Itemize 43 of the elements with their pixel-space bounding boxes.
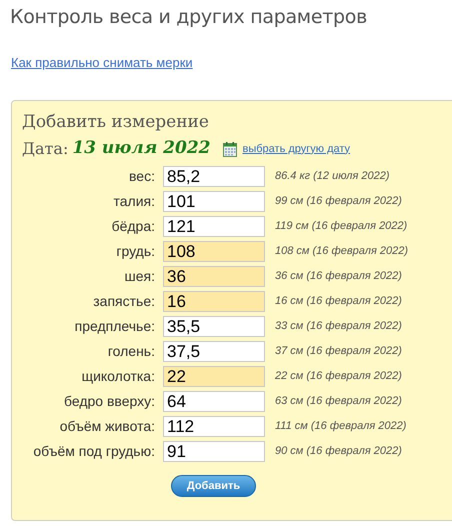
input-field[interactable]: 108 <box>163 241 265 262</box>
field-label: объём под грудью: <box>32 442 156 461</box>
previous-value: 36 см (16 февраля 2022) <box>275 269 402 284</box>
field-label: объём живота: <box>58 417 156 436</box>
input-field[interactable]: 85,2 <box>163 166 265 187</box>
input-field[interactable]: 112 <box>163 416 265 437</box>
field-label: бедро вверху: <box>63 392 156 411</box>
previous-value: 22 см (16 февраля 2022) <box>275 369 402 384</box>
field-label: бёдра: <box>110 217 156 236</box>
page-title: Контроль веса и других параметров <box>10 5 367 30</box>
field-label: талия: <box>112 192 156 211</box>
input-field[interactable]: 16 <box>163 291 265 312</box>
previous-value: 86.4 кг (12 июля 2022) <box>275 169 390 184</box>
previous-value: 33 см (16 февраля 2022) <box>275 319 402 334</box>
input-field[interactable]: 91 <box>163 441 265 462</box>
input-field[interactable]: 36 <box>163 266 265 287</box>
calendar-icon[interactable] <box>222 142 236 156</box>
field-label: грудь: <box>115 242 156 261</box>
input-field[interactable]: 22 <box>163 366 265 387</box>
previous-value: 108 см (16 февраля 2022) <box>275 244 408 260</box>
previous-value: 111 см (16 февраля 2022) <box>275 419 406 434</box>
date-label: Дата: <box>22 138 68 160</box>
previous-value: 99 см (16 февраля 2022) <box>275 194 402 210</box>
previous-value: 16 см (16 февраля 2022) <box>275 294 402 310</box>
input-field[interactable]: 101 <box>163 191 265 212</box>
field-label: щиколотка: <box>80 367 156 386</box>
input-field[interactable]: 37,5 <box>163 341 265 362</box>
previous-value: 90 см (16 февраля 2022) <box>275 444 402 460</box>
field-label: вес: <box>128 167 156 186</box>
previous-value: 37 см (16 февраля 2022) <box>275 344 402 360</box>
date-value: 13 июля 2022 <box>72 137 210 160</box>
input-field[interactable]: 64 <box>163 391 265 412</box>
help-link[interactable]: Как правильно снимать мерки <box>11 53 193 72</box>
previous-value: 63 см (16 февраля 2022) <box>275 394 402 410</box>
date-link[interactable]: выбрать другую дату <box>242 140 350 158</box>
field-label: запястье: <box>92 292 156 311</box>
field-label: шея: <box>124 267 156 286</box>
previous-value: 119 см (16 февраля 2022) <box>275 219 408 234</box>
field-label: голень: <box>106 342 156 361</box>
input-field[interactable]: 35,5 <box>163 316 265 337</box>
form-heading: Добавить измерение <box>22 111 210 133</box>
field-label: предплечье: <box>74 317 156 336</box>
input-field[interactable]: 121 <box>163 216 265 237</box>
